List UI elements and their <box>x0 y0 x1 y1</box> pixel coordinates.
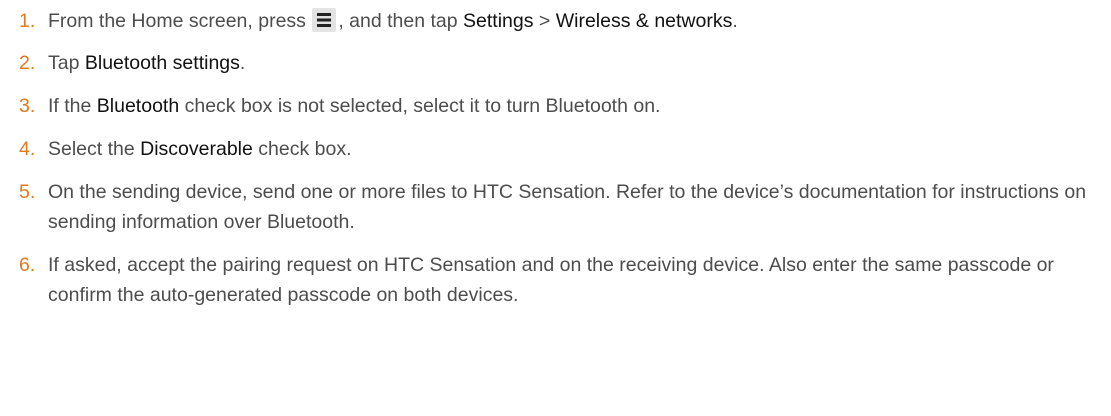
ui-term-bluetooth-settings: Bluetooth settings <box>84 52 240 74</box>
step-text: If the Bluetooth check box is not select… <box>48 91 1111 121</box>
step-text-part: check box is not selected, select it to … <box>179 95 661 117</box>
step-4: 4. Select the Discoverable check box. <box>0 134 1111 164</box>
step-5: 5. On the sending device, send one or mo… <box>0 177 1111 237</box>
step-text-part: , and then tap <box>338 10 464 32</box>
step-text-part: check box. <box>252 138 352 160</box>
step-2: 2. Tap Bluetooth settings. <box>0 48 1111 78</box>
ui-term-discoverable: Discoverable <box>140 138 253 160</box>
ui-term-bluetooth: Bluetooth <box>96 95 180 117</box>
step-text-part: . <box>732 10 738 32</box>
step-number: 2. <box>19 52 36 74</box>
step-text: From the Home screen, press , and then t… <box>48 6 1111 36</box>
step-number: 4. <box>19 138 36 160</box>
step-text: If asked, accept the pairing request on … <box>48 254 1054 306</box>
step-number: 1. <box>19 10 36 32</box>
step-text-part: > <box>533 10 556 32</box>
step-text-part: If the <box>48 95 97 117</box>
step-number: 3. <box>19 95 36 117</box>
step-text-part: . <box>239 52 246 74</box>
step-text: On the sending device, send one or more … <box>48 181 1087 233</box>
instruction-list: 1. From the Home screen, press , and the… <box>0 0 1111 416</box>
step-text-part: Select the <box>48 138 141 160</box>
step-text-part: From the Home screen, press <box>48 10 312 32</box>
step-number: 6. <box>19 254 36 276</box>
step-text: Tap Bluetooth settings. <box>48 48 1111 78</box>
ui-term-settings: Settings <box>463 10 534 32</box>
step-text: Select the Discoverable check box. <box>48 134 1111 164</box>
step-3: 3. If the Bluetooth check box is not sel… <box>0 91 1111 121</box>
step-text-part: Tap <box>48 52 85 74</box>
step-1: 1. From the Home screen, press , and the… <box>0 6 1111 36</box>
ui-term-wireless-networks: Wireless & networks <box>555 10 733 32</box>
menu-icon <box>312 8 337 32</box>
step-number: 5. <box>19 181 36 203</box>
step-6: 6. If asked, accept the pairing request … <box>0 250 1111 310</box>
